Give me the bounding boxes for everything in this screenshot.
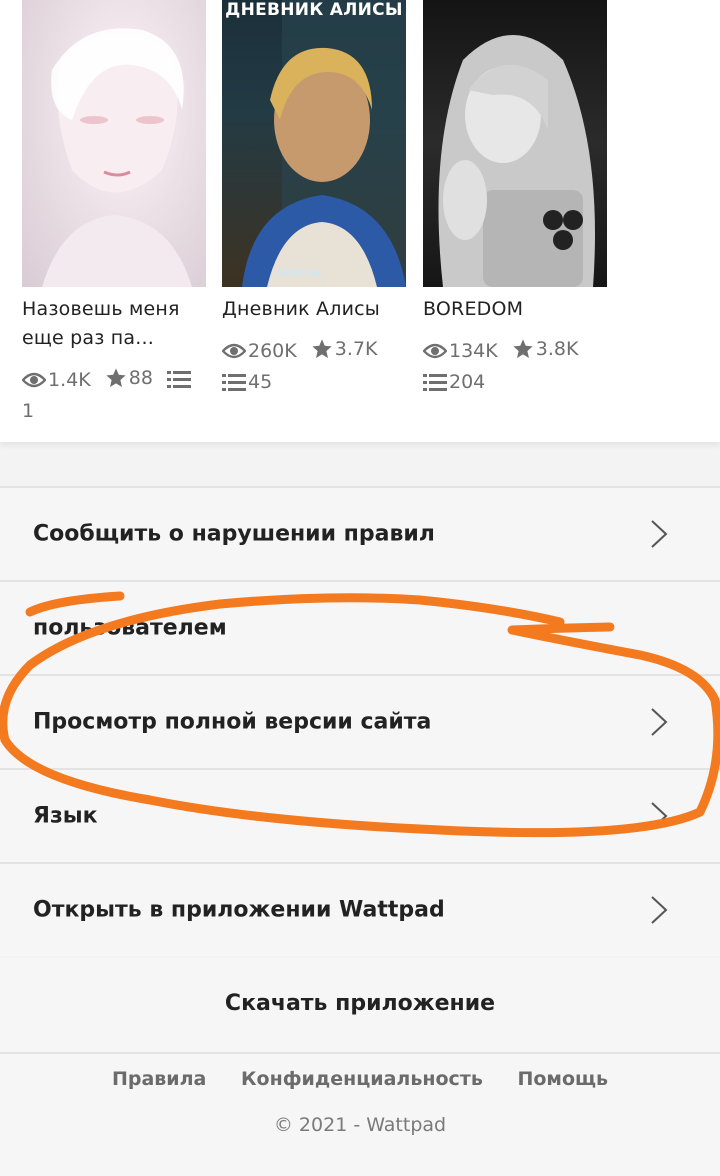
menu-item-label: пользователем — [33, 615, 227, 641]
download-app-section: Скачать приложение — [0, 958, 720, 1052]
full-site-item[interactable]: Просмотр полной версии сайта — [0, 674, 720, 768]
chevron-right-icon — [651, 896, 668, 924]
votes-stat: 3.8K — [512, 335, 578, 363]
story-card[interactable]: Назовешь меня еще раз па... 1.4K 88 1 — [22, 0, 206, 425]
footer: Правила Конфиденциальность Помощь © 2021… — [0, 1052, 720, 1176]
votes-stat: 3.7K — [311, 335, 377, 363]
story-stats: 260K 3.7K 45 — [222, 335, 406, 400]
menu-item-label: Просмотр полной версии сайта — [33, 709, 432, 735]
story-card[interactable]: BOREDOM 134K 3.8K 204 — [423, 0, 607, 400]
menu-item-label: Язык — [33, 803, 98, 829]
copyright: © 2021 - Wattpad — [273, 1114, 447, 1136]
eye-icon — [222, 343, 246, 359]
parts-stat: 45 — [222, 368, 272, 396]
story-stats: 1.4K 88 1 — [22, 364, 206, 425]
cover-publisher: REDFISH — [277, 269, 322, 279]
cover-title: ДНЕВНИК АЛИСЫ — [225, 0, 403, 20]
language-item[interactable]: Язык — [0, 768, 720, 862]
eye-icon — [22, 372, 46, 388]
menu-item-label: Сообщить о нарушении правил — [33, 521, 435, 547]
star-icon — [106, 368, 126, 387]
footer-links: Правила Конфиденциальность Помощь — [0, 1068, 720, 1090]
list-icon — [423, 374, 447, 391]
settings-menu: Сообщить о нарушении правил пользователе… — [0, 486, 720, 956]
download-app-link[interactable]: Скачать приложение — [225, 991, 495, 1016]
rules-link[interactable]: Правила — [112, 1068, 206, 1090]
similar-stories-card: Назовешь меня еще раз па... 1.4K 88 1 ДН… — [0, 0, 720, 442]
story-title[interactable]: Назовешь меня еще раз па... — [22, 295, 206, 353]
list-icon — [222, 374, 246, 391]
privacy-link[interactable]: Конфиденциальность — [241, 1068, 483, 1090]
menu-item-label: Открыть в приложении Wattpad — [33, 897, 445, 923]
chevron-right-icon — [651, 802, 668, 830]
story-title[interactable]: BOREDOM — [423, 295, 607, 324]
parts-stat: 204 — [423, 368, 485, 396]
list-icon — [166, 371, 191, 388]
story-card[interactable]: ДНЕВНИК АЛИСЫ REDFISH Дневник Алисы 260K… — [222, 0, 406, 400]
open-in-app-item[interactable]: Открыть в приложении Wattpad — [0, 862, 720, 956]
reads-stat: 260K — [222, 337, 297, 365]
report-violation-item[interactable]: Сообщить о нарушении правил — [0, 486, 720, 580]
chevron-right-icon — [651, 708, 668, 736]
votes-stat: 88 — [105, 364, 153, 392]
story-cover[interactable] — [22, 0, 206, 287]
star-icon — [312, 339, 332, 358]
story-cover[interactable] — [423, 0, 607, 287]
chevron-right-icon — [651, 520, 668, 548]
help-link[interactable]: Помощь — [517, 1068, 608, 1090]
block-user-item[interactable]: пользователем — [0, 580, 720, 674]
reads-stat: 1.4K — [22, 366, 91, 394]
eye-icon — [423, 343, 447, 359]
reads-stat: 134K — [423, 337, 498, 365]
story-cover[interactable]: ДНЕВНИК АЛИСЫ REDFISH — [222, 0, 406, 287]
parts-stat — [166, 369, 193, 389]
story-stats: 134K 3.8K 204 — [423, 335, 607, 400]
story-title[interactable]: Дневник Алисы — [222, 295, 406, 324]
star-icon — [513, 339, 533, 358]
